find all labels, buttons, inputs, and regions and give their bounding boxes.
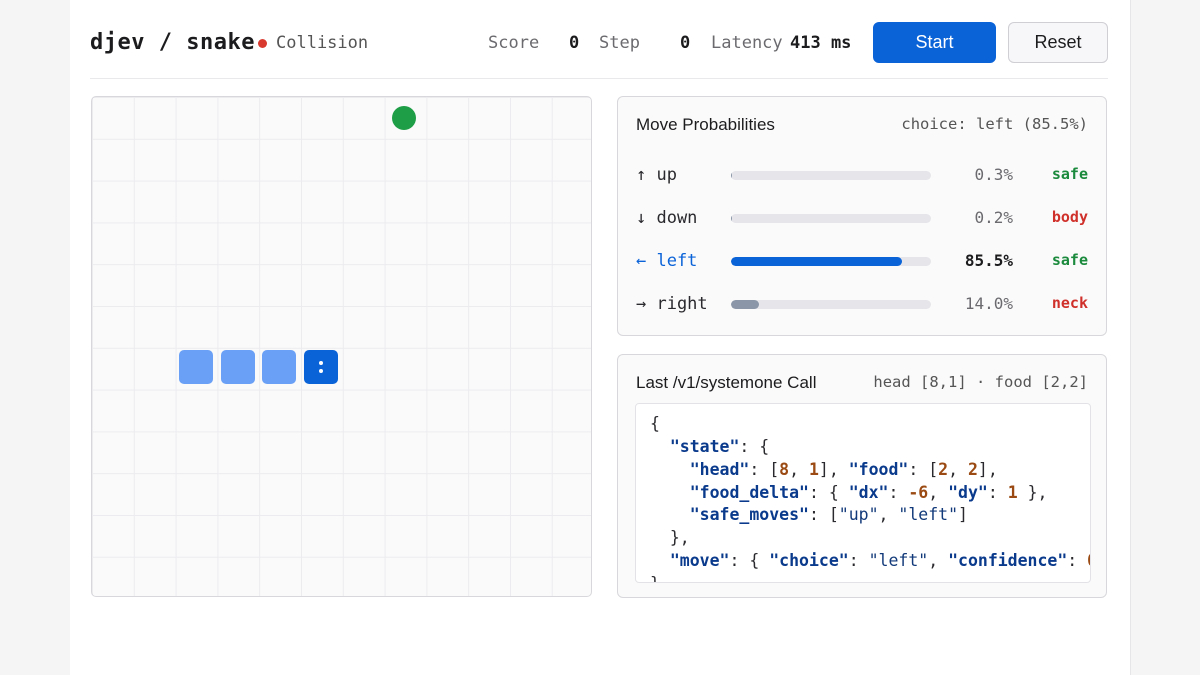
code-line: {	[650, 414, 660, 433]
score-value: 0	[569, 33, 580, 53]
move-percent: 14.0%	[964, 294, 1013, 313]
move-tag: neck	[1051, 294, 1088, 312]
code-line: "move": { "choice": "left", "confidence"…	[669, 551, 1090, 570]
panel-title: Last /v1/systemone Call	[636, 373, 817, 392]
move-row-right: → right 14.0% neck	[636, 292, 1088, 316]
start-button[interactable]: Start	[873, 22, 996, 63]
game-board	[91, 96, 592, 597]
probability-bar-fill	[731, 300, 759, 309]
snake-eye-icon	[318, 361, 323, 366]
snake-head	[303, 350, 338, 385]
move-row-down: ↓ down 0.2% body	[636, 206, 1088, 230]
code-line: }	[650, 574, 660, 582]
app-title: djev / snake	[90, 30, 255, 55]
panel-title: Move Probabilities	[636, 115, 775, 134]
code-line: "safe_moves": ["up", "left"]	[689, 505, 968, 524]
code-line: },	[650, 528, 690, 547]
probability-bar	[731, 214, 931, 223]
move-percent: 0.3%	[974, 165, 1013, 184]
probability-bar	[731, 257, 931, 266]
api-call-panel: Last /v1/systemone Call head [8,1] · foo…	[617, 354, 1107, 598]
code-line: "state": {	[669, 437, 770, 456]
move-tag: safe	[1051, 165, 1088, 183]
snake-segment	[178, 350, 213, 385]
food-pellet	[391, 105, 416, 130]
move-percent: 85.5%	[964, 251, 1013, 270]
snake-segment	[220, 350, 255, 385]
latency-label: Latency	[711, 33, 783, 53]
probability-bar-fill	[731, 171, 732, 180]
move-label: ← left	[636, 251, 698, 271]
move-percent: 0.2%	[974, 208, 1013, 227]
probability-bar-fill	[731, 257, 902, 266]
status-dot-icon	[258, 38, 267, 48]
json-code-view[interactable]: { "state": { "head": [8, 1], "food": [2,…	[635, 403, 1091, 583]
code-line: "food_delta": { "dx": -6, "dy": 1 },	[689, 483, 1048, 502]
move-tag: body	[1051, 208, 1088, 226]
header-bar: djev / snake Collision Score 0 Step 0 La…	[90, 0, 1108, 79]
app-page: djev / snake Collision Score 0 Step 0 La…	[70, 0, 1131, 675]
move-row-up: ↑ up 0.3% safe	[636, 163, 1088, 187]
move-probabilities-panel: Move Probabilities choice: left (85.5%) …	[617, 96, 1107, 336]
status-indicator: Collision	[258, 33, 368, 53]
snake-segment	[262, 350, 297, 385]
latency-value: 413 ms	[790, 33, 852, 53]
choice-summary: choice: left (85.5%)	[901, 115, 1088, 133]
status-text: Collision	[276, 33, 369, 53]
move-label: ↑ up	[636, 165, 677, 185]
step-value: 0	[680, 33, 691, 53]
move-row-left: ← left 85.5% safe	[636, 249, 1088, 273]
snake-eye-icon	[318, 369, 323, 374]
move-tag: safe	[1051, 251, 1088, 269]
call-meta: head [8,1] · food [2,2]	[873, 373, 1088, 391]
step-label: Step	[599, 33, 640, 53]
move-label: ↓ down	[636, 208, 698, 228]
code-line: "head": [8, 1], "food": [2, 2],	[689, 460, 998, 479]
probability-bar	[731, 300, 931, 309]
probability-bar	[731, 171, 931, 180]
reset-button[interactable]: Reset	[1008, 22, 1108, 63]
move-label: → right	[636, 294, 708, 314]
score-label: Score	[488, 33, 540, 53]
